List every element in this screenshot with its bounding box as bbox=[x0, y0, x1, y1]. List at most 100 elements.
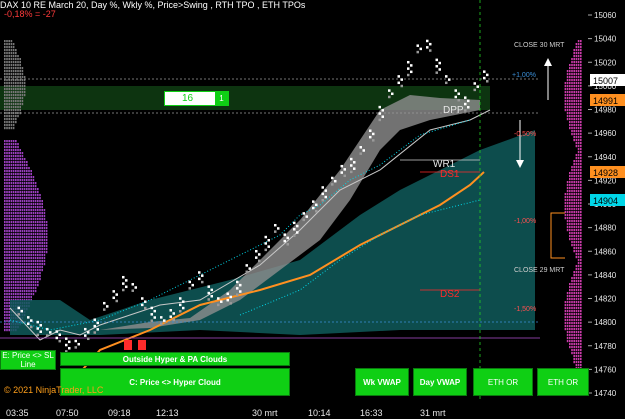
tpo-block bbox=[26, 254, 28, 257]
tpo-block bbox=[6, 161, 8, 164]
price-block bbox=[96, 328, 99, 331]
tpo-block bbox=[28, 197, 30, 200]
tpo-block bbox=[4, 206, 6, 209]
tpo-block bbox=[23, 176, 26, 179]
tpo-block bbox=[8, 85, 10, 88]
counter-widget[interactable]: 16 1 bbox=[164, 91, 229, 106]
tpo-block bbox=[6, 61, 8, 64]
tpo-block bbox=[34, 248, 37, 251]
tpo-block bbox=[12, 185, 15, 188]
price-block bbox=[115, 299, 118, 303]
tpo-block bbox=[8, 185, 10, 188]
tpo-block bbox=[15, 215, 17, 218]
tpo-block bbox=[566, 118, 569, 121]
tpo-block bbox=[34, 194, 37, 197]
tpo-block bbox=[573, 124, 575, 127]
tpo-block bbox=[21, 158, 24, 161]
tpo-block bbox=[12, 236, 15, 239]
label-dpp: DPP bbox=[443, 105, 464, 116]
tpo-block bbox=[573, 343, 575, 346]
tpo-block bbox=[580, 211, 582, 214]
tpo-block bbox=[564, 85, 567, 88]
tpo-block bbox=[566, 295, 569, 298]
tpo-block bbox=[569, 328, 571, 331]
tpo-block bbox=[564, 109, 567, 112]
eth-or-button[interactable]: ETH OR bbox=[473, 368, 533, 396]
price-block bbox=[65, 337, 68, 340]
tpo-block bbox=[573, 184, 575, 187]
tpo-block bbox=[6, 100, 8, 103]
tpo-block bbox=[575, 106, 578, 109]
tpo-block bbox=[571, 88, 573, 91]
tpo-block bbox=[10, 176, 13, 179]
tpo-block bbox=[32, 263, 35, 266]
price-block bbox=[350, 157, 353, 161]
tpo-block bbox=[6, 55, 8, 58]
tpo-block bbox=[12, 275, 15, 278]
outside-hyper-clouds-button[interactable]: Outside Hyper & PA Clouds bbox=[60, 352, 290, 366]
tpo-block bbox=[37, 188, 39, 191]
tpo-block bbox=[21, 91, 24, 94]
tpo-block bbox=[19, 94, 21, 97]
tpo-block bbox=[30, 233, 32, 236]
price-block bbox=[264, 235, 267, 239]
tpo-block bbox=[577, 103, 580, 106]
tpo-block bbox=[575, 250, 578, 253]
tpo-block bbox=[566, 337, 569, 340]
label-close-30: CLOSE 30 MRT bbox=[514, 42, 565, 49]
tpo-block bbox=[19, 161, 21, 164]
tpo-block bbox=[6, 121, 8, 124]
price-block bbox=[163, 319, 166, 322]
tpo-block bbox=[566, 115, 569, 118]
tpo-block bbox=[575, 160, 578, 163]
tpo-block bbox=[8, 76, 10, 79]
tpo-block bbox=[4, 149, 6, 152]
tpo-block bbox=[575, 64, 578, 67]
tpo-block bbox=[10, 260, 13, 263]
tpo-block bbox=[573, 178, 575, 181]
tpo-block bbox=[10, 197, 13, 200]
tpo-block bbox=[15, 197, 17, 200]
tpo-block bbox=[575, 199, 578, 202]
tpo-block bbox=[580, 208, 582, 211]
tpo-block bbox=[19, 194, 21, 197]
tpo-block bbox=[23, 215, 26, 218]
tpo-block bbox=[15, 70, 17, 73]
tpo-block bbox=[575, 274, 578, 277]
tpo-block bbox=[10, 121, 13, 124]
tpo-block bbox=[571, 298, 573, 301]
wk-vwap-button[interactable]: Wk VWAP bbox=[355, 368, 409, 396]
price-block bbox=[362, 149, 365, 152]
price-block bbox=[188, 287, 191, 290]
price-block bbox=[229, 302, 232, 305]
tpo-block bbox=[569, 292, 571, 295]
tpo-block bbox=[577, 313, 580, 316]
tpo-block bbox=[573, 274, 575, 277]
tpo-block bbox=[577, 106, 580, 109]
tpo-block bbox=[580, 136, 582, 139]
tpo-block bbox=[21, 248, 24, 251]
tpo-block bbox=[575, 187, 578, 190]
eth-or-button-2[interactable]: ETH OR bbox=[537, 368, 589, 396]
price-block bbox=[55, 330, 58, 333]
tpo-block bbox=[575, 139, 578, 142]
price-sl-line-button[interactable]: E: Price <> SL Line bbox=[0, 350, 56, 370]
tpo-block bbox=[12, 52, 15, 55]
tpo-block bbox=[573, 226, 575, 229]
tpo-block bbox=[32, 266, 35, 269]
counter-button[interactable]: 1 bbox=[215, 92, 228, 105]
tpo-block bbox=[571, 64, 573, 67]
tpo-block bbox=[569, 73, 571, 76]
tpo-block bbox=[10, 161, 13, 164]
price-block bbox=[46, 327, 49, 331]
tpo-block bbox=[580, 172, 582, 175]
tpo-block bbox=[577, 298, 580, 301]
tpo-block bbox=[575, 352, 578, 355]
tpo-block bbox=[19, 64, 21, 67]
tpo-block bbox=[4, 242, 6, 245]
day-vwap-button[interactable]: Day VWAP bbox=[413, 368, 467, 396]
tpo-block bbox=[575, 217, 578, 220]
tpo-block bbox=[15, 94, 17, 97]
tpo-block bbox=[23, 269, 26, 272]
tpo-block bbox=[32, 275, 35, 278]
